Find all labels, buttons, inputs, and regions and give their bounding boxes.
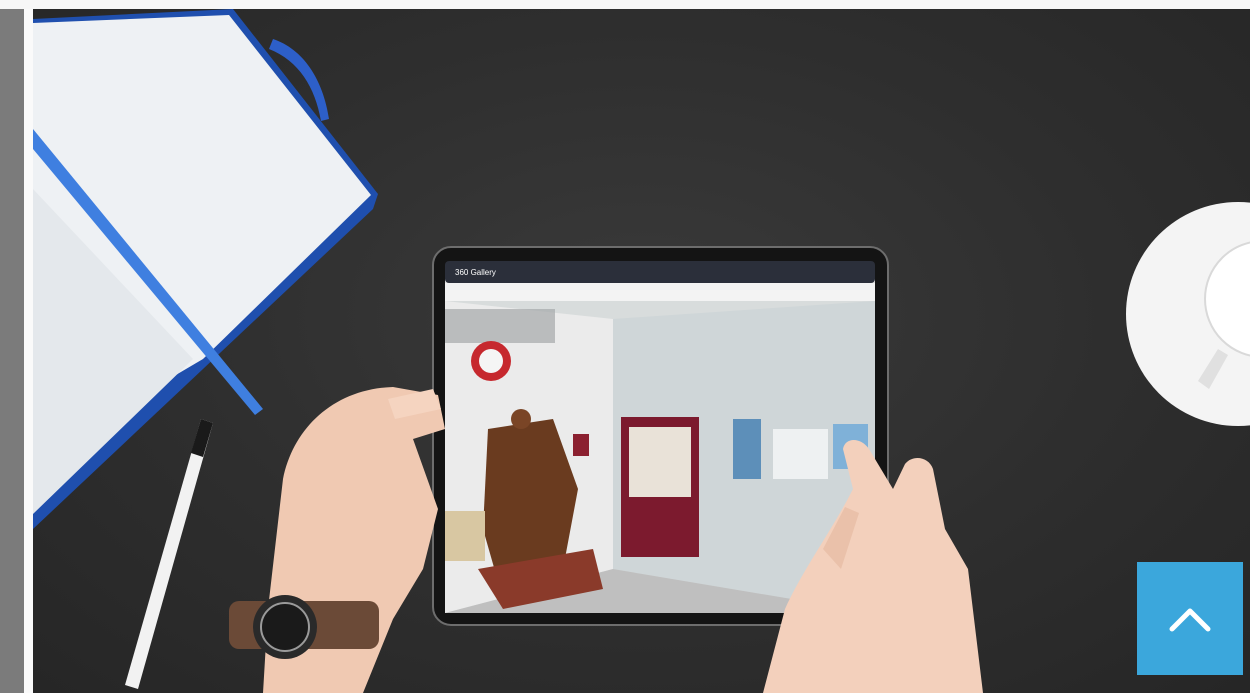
cup-illustration [1126,202,1250,426]
hero-image: 360 Gallery [33,9,1250,693]
left-gallery-edge [0,9,24,693]
hero-photo: 360 Gallery [33,9,1250,693]
back-to-top-button[interactable] [1137,562,1243,675]
chevron-up-icon [1169,608,1211,631]
left-hand-illustration [229,387,445,693]
pen-illustration [125,419,213,689]
left-gutter [24,9,33,693]
tablet-app-title: 360 Gallery [455,268,496,277]
top-border [0,0,1250,9]
